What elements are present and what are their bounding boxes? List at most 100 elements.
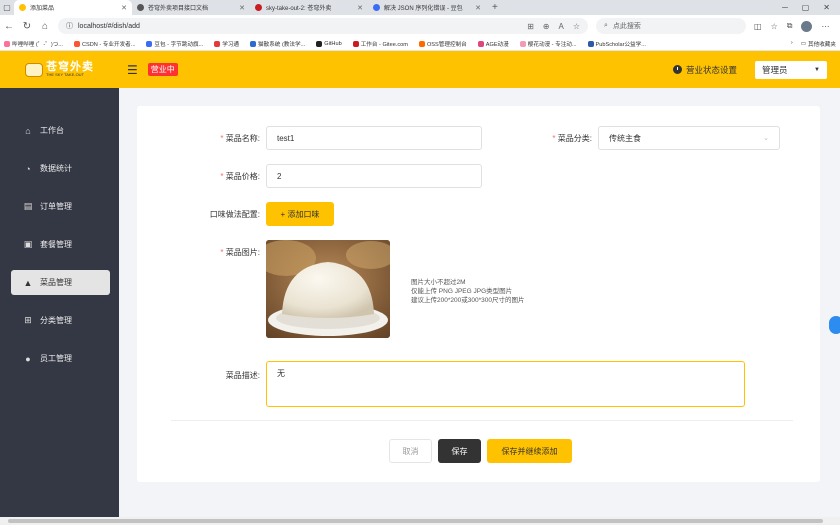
bookmark-item[interactable]: 哔哩哔哩 (゜-゜)つ... bbox=[4, 40, 63, 48]
dish-category-label: * 菜品分类: bbox=[535, 133, 592, 144]
profile-avatar[interactable] bbox=[801, 20, 813, 32]
bookmark-item[interactable]: 工作台 - Gitee.com bbox=[352, 40, 408, 48]
tab-close-icon[interactable]: ✕ bbox=[357, 4, 363, 12]
sidebar-item-label: 分类管理 bbox=[40, 316, 72, 325]
menu-toggle-icon[interactable]: ☰ bbox=[127, 63, 138, 77]
bookmark-label: 樱花动漫 - 专注动... bbox=[527, 41, 577, 48]
home-icon: ⌂ bbox=[25, 125, 31, 136]
system-icon bbox=[250, 40, 257, 47]
sidebar-item-dishes[interactable]: ▲ 菜品管理 bbox=[11, 270, 110, 295]
sidebar-item-workbench[interactable]: ⌂ 工作台 bbox=[11, 118, 110, 143]
dish-image-upload[interactable] bbox=[266, 240, 390, 338]
url-field[interactable]: ⓘ localhost/#/dish/add ⊞ ⊕ A ☆ bbox=[58, 18, 588, 34]
bookmark-item[interactable]: 猫散系统 (教法学... bbox=[250, 40, 305, 48]
sidebar-item-categories[interactable]: ⊞ 分类管理 bbox=[11, 308, 110, 333]
required-mark: * bbox=[220, 248, 224, 257]
label-text: 菜品描述: bbox=[225, 371, 260, 380]
sidebar-item-combos[interactable]: ▣ 套餐管理 bbox=[11, 232, 110, 257]
dish-category-select[interactable]: 传统主食 ⌄ bbox=[598, 126, 780, 150]
dish-price-label: * 菜品价格: bbox=[205, 171, 260, 182]
minimize-icon[interactable]: ─ bbox=[782, 3, 788, 12]
bookmark-item[interactable]: PubScholar公益学... bbox=[587, 40, 646, 48]
tab-close-icon[interactable]: ✕ bbox=[475, 4, 481, 12]
sidebar-item-label: 数据统计 bbox=[40, 164, 72, 173]
sidebar: ⌂ 工作台 ◔ 数据统计 ▤ 订单管理 ▣ 套餐管理 ▲ 菜品管理 ⊞ 分类管理 ● 员工管理 bbox=[0, 88, 119, 517]
refresh-icon[interactable]: ↻ bbox=[22, 21, 32, 32]
info-icon[interactable]: ⓘ bbox=[66, 21, 73, 31]
bookmark-item[interactable]: 豆包 - 字节跳动旗... bbox=[146, 40, 203, 48]
bookmark-label: OSS管理控制台 bbox=[426, 41, 467, 48]
dish-icon: ▲ bbox=[23, 277, 33, 288]
user-name: 管理员 bbox=[762, 64, 788, 75]
sidebar-item-orders[interactable]: ▤ 订单管理 bbox=[11, 194, 110, 219]
label-text: 菜品价格: bbox=[225, 172, 260, 181]
other-bookmarks-label: 其他收藏夹 bbox=[808, 41, 836, 48]
maximize-icon[interactable]: ▢ bbox=[802, 3, 810, 12]
floating-assistant-icon[interactable] bbox=[829, 316, 840, 334]
dish-price-input[interactable]: 2 bbox=[266, 164, 482, 188]
browser-tab-3[interactable]: 解决 JSON 序列化错误 - 豆包 ✕ bbox=[368, 0, 486, 15]
sidebar-item-statistics[interactable]: ◔ 数据统计 bbox=[11, 156, 110, 181]
bookmark-label: 哔哩哔哩 (゜-゜)つ... bbox=[12, 41, 63, 48]
dish-desc-textarea[interactable]: 无 bbox=[266, 361, 745, 407]
steamed-bun-image bbox=[266, 240, 390, 338]
add-flavor-button[interactable]: + 添加口味 bbox=[266, 202, 334, 226]
doubao-icon bbox=[146, 40, 153, 47]
tab-close-icon[interactable]: ✕ bbox=[121, 4, 127, 12]
app-icon[interactable]: ⊞ bbox=[527, 22, 534, 31]
collections-icon[interactable]: ⧉ bbox=[787, 21, 793, 31]
label-text: 口味做法配置: bbox=[209, 210, 260, 219]
favorites-icon[interactable]: ☆ bbox=[771, 22, 778, 31]
folder-icon: ▭ bbox=[800, 40, 807, 47]
clock-icon bbox=[672, 65, 682, 74]
other-bookmarks[interactable]: ▭ 其他收藏夹 bbox=[801, 40, 836, 48]
browser-tab-1[interactable]: 苍穹外卖项目接口文档 ✕ bbox=[132, 0, 250, 15]
bookmark-item[interactable]: 樱花动漫 - 专注动... bbox=[519, 40, 577, 48]
chart-icon: ◔ bbox=[25, 163, 31, 174]
save-button[interactable]: 保存 bbox=[438, 439, 481, 463]
bookmark-item[interactable]: CSDN - 专业开发者... bbox=[73, 40, 135, 48]
input-value: test1 bbox=[277, 133, 295, 143]
required-mark: * bbox=[220, 172, 224, 181]
order-icon: ▤ bbox=[23, 201, 33, 211]
browser-search-field[interactable]: ⌕ 点此搜索 bbox=[596, 18, 746, 34]
dish-name-input[interactable]: test1 bbox=[266, 126, 482, 150]
close-window-icon[interactable]: ✕ bbox=[823, 3, 830, 12]
user-dropdown[interactable]: 管理员 ▼ bbox=[755, 60, 827, 79]
sidebar-item-employees[interactable]: ● 员工管理 bbox=[11, 346, 110, 371]
bookmarks-bar: 哔哩哔哩 (゜-゜)つ... CSDN - 专业开发者... 豆包 - 字节跳动… bbox=[0, 37, 840, 51]
cancel-button[interactable]: 取消 bbox=[389, 439, 432, 463]
save-and-continue-button[interactable]: 保存并继续添加 bbox=[487, 439, 572, 463]
home-icon[interactable]: ⌂ bbox=[40, 21, 50, 32]
chevron-down-icon: ⌄ bbox=[763, 135, 769, 142]
bookmark-item[interactable]: AGE动漫 bbox=[477, 40, 509, 48]
scrollbar-thumb[interactable] bbox=[8, 519, 823, 523]
chevron-right-icon[interactable]: › bbox=[791, 40, 793, 48]
back-icon[interactable]: ← bbox=[4, 21, 14, 32]
bookmark-item[interactable]: GitHub bbox=[316, 40, 342, 47]
tab-close-icon[interactable]: ✕ bbox=[239, 4, 245, 12]
bookmark-item[interactable]: 学习通 bbox=[214, 40, 239, 48]
new-tab-button[interactable]: + bbox=[486, 0, 504, 15]
shop-status-badge: 营业中 bbox=[147, 63, 178, 76]
browser-tab-2[interactable]: sky-take-out-2: 苍穹外卖 ✕ bbox=[250, 0, 368, 15]
bookmark-item[interactable]: OSS管理控制台 bbox=[418, 40, 467, 48]
search-icon: ⌕ bbox=[604, 22, 608, 29]
url-text: localhost/#/dish/add bbox=[78, 22, 140, 30]
window-menu-icon[interactable]: ▢ bbox=[0, 0, 14, 15]
zoom-icon[interactable]: ⊕ bbox=[543, 22, 550, 31]
more-menu-icon[interactable]: ⋯ bbox=[821, 22, 829, 31]
browser-tab-0[interactable]: 添加菜品 ✕ bbox=[14, 0, 132, 15]
app-logo: 苍穹外卖 THE SKY TAKE-OUT bbox=[0, 62, 95, 77]
split-screen-icon[interactable]: ◫ bbox=[754, 22, 762, 31]
browser-tab-bar: ▢ 添加菜品 ✕ 苍穹外卖项目接口文档 ✕ sky-take-out-2: 苍穹… bbox=[0, 0, 840, 15]
read-aloud-icon[interactable]: A bbox=[558, 22, 563, 31]
favorite-star-icon[interactable]: ☆ bbox=[573, 22, 580, 31]
button-label: 取消 bbox=[402, 446, 419, 456]
button-label: 保存 bbox=[451, 446, 468, 456]
tab-title: sky-take-out-2: 苍穹外卖 bbox=[266, 6, 332, 12]
tab-favicon-icon bbox=[373, 4, 380, 11]
button-label: + 添加口味 bbox=[280, 209, 320, 219]
horizontal-scrollbar[interactable] bbox=[0, 517, 840, 525]
shop-status-settings-button[interactable]: 营业状态设置 bbox=[672, 64, 737, 76]
